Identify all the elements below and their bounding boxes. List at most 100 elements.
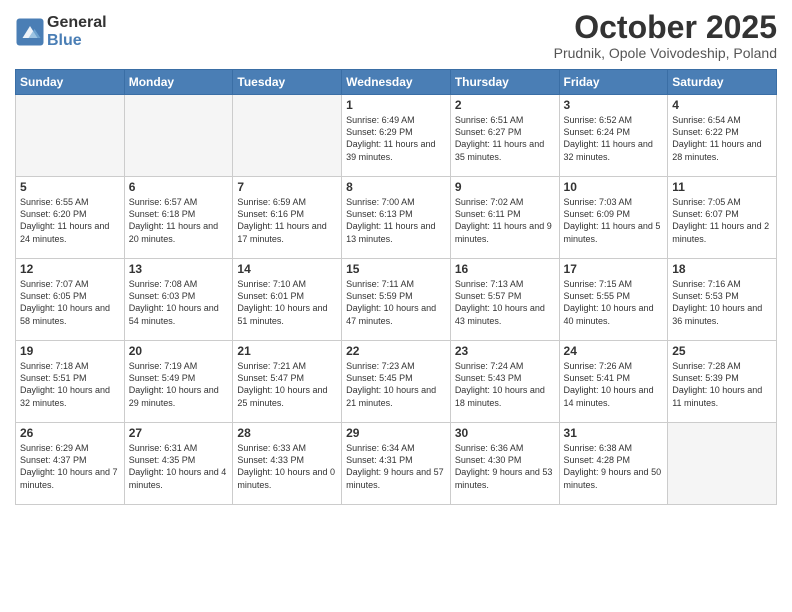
calendar-cell: 23Sunrise: 7:24 AM Sunset: 5:43 PM Dayli… xyxy=(450,341,559,423)
calendar-cell: 26 Sunrise: 6:29 AM Sunset: 4:37 PM Dayli… xyxy=(16,423,125,505)
weekday-header: Friday xyxy=(559,70,668,95)
day-number: 23 xyxy=(455,344,555,358)
day-number: 14 xyxy=(237,262,337,276)
day-number: 21 xyxy=(237,344,337,358)
calendar-cell: 29 Sunrise: 6:34 AM Sunset: 4:31 PM Dayli… xyxy=(342,423,451,505)
day-info: Sunrise: 7:16 AM Sunset: 5:53 PM Dayligh… xyxy=(672,278,772,327)
day-info: Sunrise: 6:59 AM Sunset: 6:16 PM Dayligh… xyxy=(237,196,337,245)
day-info: Sunrise: 7:13 AM Sunset: 5:57 PM Dayligh… xyxy=(455,278,555,327)
day-number: 26 xyxy=(20,426,120,440)
calendar-cell: 18 Sunrise: 7:16 AM Sunset: 5:53 PM Dayli… xyxy=(668,259,777,341)
calendar-header-row: SundayMondayTuesdayWednesdayThursdayFrid… xyxy=(16,70,777,95)
title-block: October 2025 Prudnik, Opole Voivodeship,… xyxy=(554,10,777,61)
day-info: Sunrise: 6:54 AM Sunset: 6:22 PM Dayligh… xyxy=(672,114,772,163)
day-number: 15 xyxy=(346,262,446,276)
day-number: 22 xyxy=(346,344,446,358)
day-info: Sunrise: 7:21 AM Sunset: 5:47 PM Dayligh… xyxy=(237,360,337,409)
calendar-cell xyxy=(16,95,125,177)
day-number: 3 xyxy=(564,98,664,112)
day-info: Sunrise: 6:55 AM Sunset: 6:20 PM Dayligh… xyxy=(20,196,120,245)
day-info: Sunrise: 7:11 AM Sunset: 5:59 PM Dayligh… xyxy=(346,278,446,327)
day-number: 10 xyxy=(564,180,664,194)
day-number: 31 xyxy=(564,426,664,440)
day-info: Sunrise: 7:15 AM Sunset: 5:55 PM Dayligh… xyxy=(564,278,664,327)
day-info: Sunrise: 7:08 AM Sunset: 6:03 PM Dayligh… xyxy=(129,278,229,327)
day-number: 1 xyxy=(346,98,446,112)
day-info: Sunrise: 7:26 AM Sunset: 5:41 PM Dayligh… xyxy=(564,360,664,409)
day-info: Sunrise: 6:49 AM Sunset: 6:29 PM Dayligh… xyxy=(346,114,446,163)
day-number: 29 xyxy=(346,426,446,440)
month-title: October 2025 xyxy=(554,10,777,45)
logo-general: General xyxy=(47,14,107,32)
day-info: Sunrise: 7:10 AM Sunset: 6:01 PM Dayligh… xyxy=(237,278,337,327)
calendar-week-row: 12 Sunrise: 7:07 AM Sunset: 6:05 PM Dayli… xyxy=(16,259,777,341)
day-info: Sunrise: 6:29 AM Sunset: 4:37 PM Dayligh… xyxy=(20,442,120,491)
day-info: Sunrise: 7:00 AM Sunset: 6:13 PM Dayligh… xyxy=(346,196,446,245)
calendar-cell: 7 Sunrise: 6:59 AM Sunset: 6:16 PM Daylig… xyxy=(233,177,342,259)
day-number: 27 xyxy=(129,426,229,440)
day-number: 12 xyxy=(20,262,120,276)
calendar-cell: 19 Sunrise: 7:18 AM Sunset: 5:51 PM Dayli… xyxy=(16,341,125,423)
calendar-cell: 15 Sunrise: 7:11 AM Sunset: 5:59 PM Dayli… xyxy=(342,259,451,341)
calendar-cell: 13 Sunrise: 7:08 AM Sunset: 6:03 PM Dayli… xyxy=(124,259,233,341)
day-info: Sunrise: 7:07 AM Sunset: 6:05 PM Dayligh… xyxy=(20,278,120,327)
calendar-cell: 27 Sunrise: 6:31 AM Sunset: 4:35 PM Dayli… xyxy=(124,423,233,505)
day-info: Sunrise: 6:34 AM Sunset: 4:31 PM Dayligh… xyxy=(346,442,446,491)
calendar-cell: 30Sunrise: 6:36 AM Sunset: 4:30 PM Dayli… xyxy=(450,423,559,505)
calendar-cell: 22Sunrise: 7:23 AM Sunset: 5:45 PM Dayli… xyxy=(342,341,451,423)
weekday-header: Saturday xyxy=(668,70,777,95)
location-subtitle: Prudnik, Opole Voivodeship, Poland xyxy=(554,45,777,61)
day-info: Sunrise: 7:02 AM Sunset: 6:11 PM Dayligh… xyxy=(455,196,555,245)
calendar-table: SundayMondayTuesdayWednesdayThursdayFrid… xyxy=(15,69,777,505)
calendar-cell: 21 Sunrise: 7:21 AM Sunset: 5:47 PM Dayli… xyxy=(233,341,342,423)
calendar-cell: 24Sunrise: 7:26 AM Sunset: 5:41 PM Dayli… xyxy=(559,341,668,423)
day-number: 2 xyxy=(455,98,555,112)
day-number: 11 xyxy=(672,180,772,194)
calendar-week-row: 26 Sunrise: 6:29 AM Sunset: 4:37 PM Dayli… xyxy=(16,423,777,505)
day-number: 9 xyxy=(455,180,555,194)
day-number: 8 xyxy=(346,180,446,194)
page: General Blue October 2025 Prudnik, Opole… xyxy=(0,0,792,612)
calendar-cell xyxy=(124,95,233,177)
day-number: 13 xyxy=(129,262,229,276)
calendar-cell: 4Sunrise: 6:54 AM Sunset: 6:22 PM Daylig… xyxy=(668,95,777,177)
day-info: Sunrise: 6:52 AM Sunset: 6:24 PM Dayligh… xyxy=(564,114,664,163)
calendar-cell xyxy=(233,95,342,177)
calendar-cell: 2 Sunrise: 6:51 AM Sunset: 6:27 PM Daylig… xyxy=(450,95,559,177)
calendar-cell: 10 Sunrise: 7:03 AM Sunset: 6:09 PM Dayli… xyxy=(559,177,668,259)
calendar-cell: 8 Sunrise: 7:00 AM Sunset: 6:13 PM Daylig… xyxy=(342,177,451,259)
calendar-week-row: 19 Sunrise: 7:18 AM Sunset: 5:51 PM Dayli… xyxy=(16,341,777,423)
calendar-cell: 25Sunrise: 7:28 AM Sunset: 5:39 PM Dayli… xyxy=(668,341,777,423)
weekday-header: Thursday xyxy=(450,70,559,95)
day-info: Sunrise: 7:19 AM Sunset: 5:49 PM Dayligh… xyxy=(129,360,229,409)
calendar-cell xyxy=(668,423,777,505)
day-info: Sunrise: 6:31 AM Sunset: 4:35 PM Dayligh… xyxy=(129,442,229,491)
calendar-cell: 5Sunrise: 6:55 AM Sunset: 6:20 PM Daylig… xyxy=(16,177,125,259)
calendar-cell: 20 Sunrise: 7:19 AM Sunset: 5:49 PM Dayli… xyxy=(124,341,233,423)
day-number: 18 xyxy=(672,262,772,276)
calendar-cell: 9 Sunrise: 7:02 AM Sunset: 6:11 PM Daylig… xyxy=(450,177,559,259)
day-number: 7 xyxy=(237,180,337,194)
logo-blue: Blue xyxy=(47,32,107,50)
logo: General Blue xyxy=(15,14,107,49)
day-info: Sunrise: 7:05 AM Sunset: 6:07 PM Dayligh… xyxy=(672,196,772,245)
day-number: 6 xyxy=(129,180,229,194)
day-info: Sunrise: 6:57 AM Sunset: 6:18 PM Dayligh… xyxy=(129,196,229,245)
day-info: Sunrise: 6:38 AM Sunset: 4:28 PM Dayligh… xyxy=(564,442,664,491)
day-info: Sunrise: 7:03 AM Sunset: 6:09 PM Dayligh… xyxy=(564,196,664,245)
weekday-header: Monday xyxy=(124,70,233,95)
calendar-cell: 3 Sunrise: 6:52 AM Sunset: 6:24 PM Daylig… xyxy=(559,95,668,177)
day-number: 19 xyxy=(20,344,120,358)
day-number: 20 xyxy=(129,344,229,358)
day-number: 25 xyxy=(672,344,772,358)
day-info: Sunrise: 6:51 AM Sunset: 6:27 PM Dayligh… xyxy=(455,114,555,163)
header: General Blue October 2025 Prudnik, Opole… xyxy=(15,10,777,61)
day-info: Sunrise: 7:18 AM Sunset: 5:51 PM Dayligh… xyxy=(20,360,120,409)
calendar-cell: 17 Sunrise: 7:15 AM Sunset: 5:55 PM Dayli… xyxy=(559,259,668,341)
calendar-cell: 11 Sunrise: 7:05 AM Sunset: 6:07 PM Dayli… xyxy=(668,177,777,259)
calendar-cell: 31 Sunrise: 6:38 AM Sunset: 4:28 PM Dayli… xyxy=(559,423,668,505)
day-number: 17 xyxy=(564,262,664,276)
logo-icon xyxy=(15,17,45,47)
weekday-header: Tuesday xyxy=(233,70,342,95)
logo-text: General Blue xyxy=(47,14,107,49)
